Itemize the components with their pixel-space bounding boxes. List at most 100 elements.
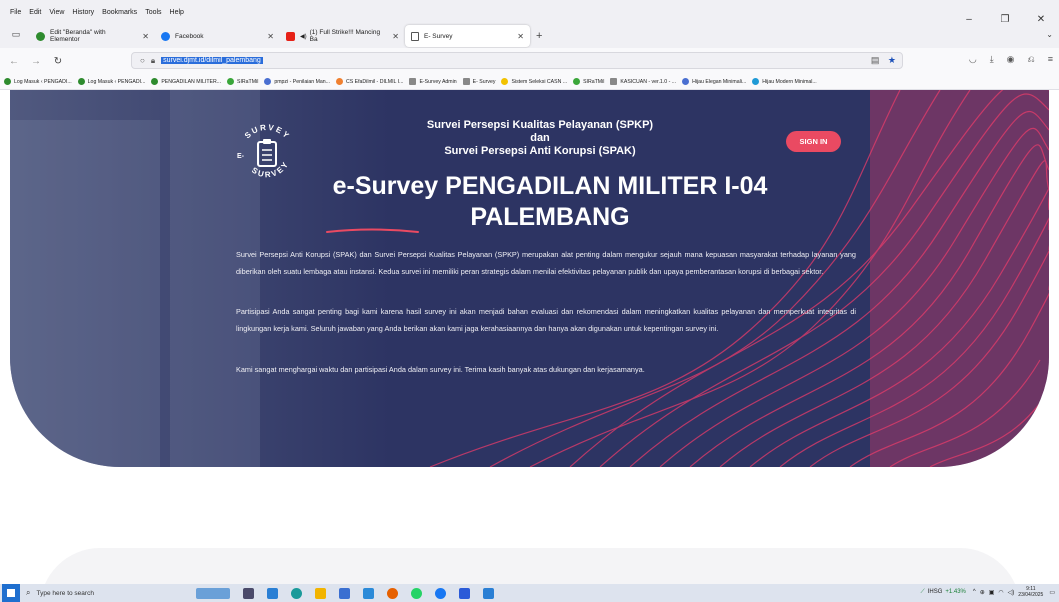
bookmarks-bar: Log Masuk ‹ PENGADI... Log Masuk ‹ PENGA… <box>0 74 1059 90</box>
menu-tools[interactable]: Tools <box>145 9 161 16</box>
bookmark-item[interactable]: KASICUAN - ver.1.0 - ... <box>610 78 676 85</box>
tab-label: Facebook <box>175 32 204 40</box>
new-tab-button[interactable]: + <box>536 30 542 42</box>
sign-in-button[interactable]: SIGN IN <box>786 131 841 152</box>
svg-text:SURVEY: SURVEY <box>243 123 292 141</box>
reload-icon[interactable]: ↻ <box>50 56 66 67</box>
windows-start-icon[interactable] <box>2 584 20 602</box>
search-placeholder: Type here to search <box>36 589 94 597</box>
outlook-icon[interactable] <box>363 587 374 599</box>
bookmark-item[interactable]: Hijau Modern Minimal... <box>752 78 817 85</box>
bookmark-label: Log Masuk ‹ PENGADI... <box>14 78 72 85</box>
tab-list-icon[interactable]: ▭ <box>8 29 24 43</box>
youtube-icon <box>286 31 295 41</box>
edge-icon[interactable] <box>291 587 302 599</box>
tray-chevron-icon[interactable]: ^ <box>973 589 976 595</box>
menu-history[interactable]: History <box>72 9 94 16</box>
bookmark-label: Hijau Modern Minimal... <box>762 78 817 85</box>
menu-bookmarks[interactable]: Bookmarks <box>102 9 137 16</box>
next-section <box>40 548 1020 584</box>
task-view-icon[interactable] <box>243 587 254 599</box>
pocket-icon[interactable]: ◡ <box>969 54 977 65</box>
url-text[interactable]: survei.djmt.id/dilmil_palembang <box>161 57 263 64</box>
logo-text-left: E- <box>237 153 245 160</box>
clock[interactable]: 9:11 23/04/2025 <box>1018 586 1043 598</box>
bookmark-star-icon[interactable]: ★ <box>888 55 896 65</box>
network-icon[interactable]: ⊕ <box>980 589 985 596</box>
tab-youtube[interactable]: ◀) (1) Full Strike!!! Mancing Ba ✕ <box>280 25 405 47</box>
bookmark-item[interactable]: Log Masuk ‹ PENGADI... <box>4 78 72 85</box>
bookmark-label: CS EfaDilmil - DILMIL I... <box>346 78 404 85</box>
tab-close-icon[interactable]: ✕ <box>384 32 399 41</box>
facebook-taskbar-icon[interactable] <box>435 587 446 599</box>
url-bar[interactable]: ○ 🔒︎ survei.djmt.id/dilmil_palembang ▤ ★ <box>131 52 903 69</box>
hero-section: SURVEY SURVEY E- Survei Persepsi Kualita… <box>10 90 1049 467</box>
forward-icon[interactable]: → <box>28 56 44 67</box>
whatsapp-icon[interactable] <box>411 587 422 599</box>
minimize-icon[interactable]: – <box>951 14 987 25</box>
bookmark-favicon-icon <box>264 78 272 85</box>
menu-icon[interactable]: ≡ <box>1048 54 1053 65</box>
header-line-3: Survei Persepsi Anti Korupsi (SPAK) <box>444 145 636 157</box>
toolbar-right: ◡ ⤓ ◉ ⎌ ≡ <box>956 54 1053 65</box>
bookmark-favicon-icon <box>227 78 235 85</box>
tab-close-icon[interactable]: ✕ <box>259 32 274 41</box>
firefox-icon[interactable] <box>387 587 398 599</box>
chevron-down-icon[interactable]: ⌄ <box>1046 30 1053 39</box>
close-icon[interactable]: ✕ <box>1023 14 1059 25</box>
notification-icon[interactable]: ▭ <box>1049 589 1055 596</box>
word-icon[interactable] <box>459 587 470 599</box>
maximize-icon[interactable]: ❐ <box>987 14 1023 25</box>
volume-icon[interactable]: ◁) <box>1008 589 1015 596</box>
bookmark-item[interactable]: E-Survey Admin <box>409 78 457 85</box>
bookmark-favicon-icon <box>501 78 509 85</box>
menu-edit[interactable]: Edit <box>29 9 41 16</box>
back-icon[interactable]: ← <box>6 56 22 67</box>
menu-file[interactable]: File <box>10 9 21 16</box>
app-icon-2[interactable] <box>483 587 494 599</box>
bookmark-item[interactable]: CS EfaDilmil - DILMIL I... <box>336 78 403 85</box>
bookmark-item[interactable]: SIRaTMil <box>573 78 604 85</box>
menu-help[interactable]: Help <box>170 9 184 16</box>
tab-close-icon[interactable]: ✕ <box>509 32 524 41</box>
file-explorer-icon[interactable] <box>315 587 326 599</box>
bookmark-item[interactable]: Log Masuk ‹ PENGADI... <box>77 78 146 85</box>
header-titles: Survei Persepsi Kualitas Pelayanan (SPKP… <box>390 119 690 158</box>
account-icon[interactable]: ◉ <box>1007 54 1015 65</box>
page-content: SURVEY SURVEY E- Survei Persepsi Kualita… <box>0 90 1059 584</box>
tab-label: (1) Full Strike!!! Mancing Ba <box>309 29 381 43</box>
app-icon[interactable] <box>267 587 278 599</box>
download-icon[interactable]: ⤓ <box>990 54 994 65</box>
header-line-2: dan <box>530 132 550 144</box>
bookmark-item[interactable]: pmpzi - Penilaian Man... <box>264 78 330 85</box>
tab-esurvey[interactable]: E- Survey ✕ <box>405 25 530 47</box>
search-icon: ⌕ <box>26 588 31 597</box>
store-icon[interactable] <box>339 587 350 599</box>
menu-view[interactable]: View <box>49 9 64 16</box>
taskbar-search[interactable]: ⌕ Type here to search <box>26 586 186 600</box>
bookmark-item[interactable]: Sistem Seleksi CASN ... <box>501 78 567 85</box>
bookmark-favicon-icon <box>77 78 85 85</box>
facebook-icon <box>161 31 170 41</box>
tab-close-icon[interactable]: ✕ <box>134 32 149 41</box>
bookmark-label: KASICUAN - ver.1.0 - ... <box>620 78 677 85</box>
bookmark-item[interactable]: E- Survey <box>462 78 495 85</box>
bookmark-item[interactable]: SIRaTMil <box>227 78 258 85</box>
tab-facebook[interactable]: Facebook ✕ <box>155 25 280 47</box>
tab-elementor[interactable]: Edit "Beranda" with Elementor ✕ <box>30 25 155 47</box>
bookmark-label: Log Masuk ‹ PENGADI... <box>87 78 146 85</box>
reader-view-icon[interactable]: ▤ <box>871 55 880 65</box>
thanks-paragraph: Kami sangat menghargai waktu dan partisi… <box>236 365 645 374</box>
extensions-icon[interactable]: ⎌ <box>1028 54 1035 65</box>
bookmark-item[interactable]: PENGADILAN MILITER... <box>151 78 221 85</box>
title-underline <box>326 228 419 233</box>
bookmark-label: Sistem Seleksi CASN ... <box>511 78 568 85</box>
weather-widget-icon[interactable] <box>196 587 230 599</box>
bookmark-favicon-icon <box>610 78 618 85</box>
bookmark-item[interactable]: Hijau Elegan Minimali... <box>682 78 746 85</box>
bookmark-label: Hijau Elegan Minimali... <box>692 78 747 85</box>
display-icon[interactable]: ▣ <box>989 589 995 596</box>
bookmark-label: PENGADILAN MILITER... <box>161 78 222 85</box>
intro-paragraph: Survei Persepsi Anti Korupsi (SPAK) dan … <box>236 250 856 276</box>
wifi-icon[interactable]: ◠ <box>998 589 1003 596</box>
